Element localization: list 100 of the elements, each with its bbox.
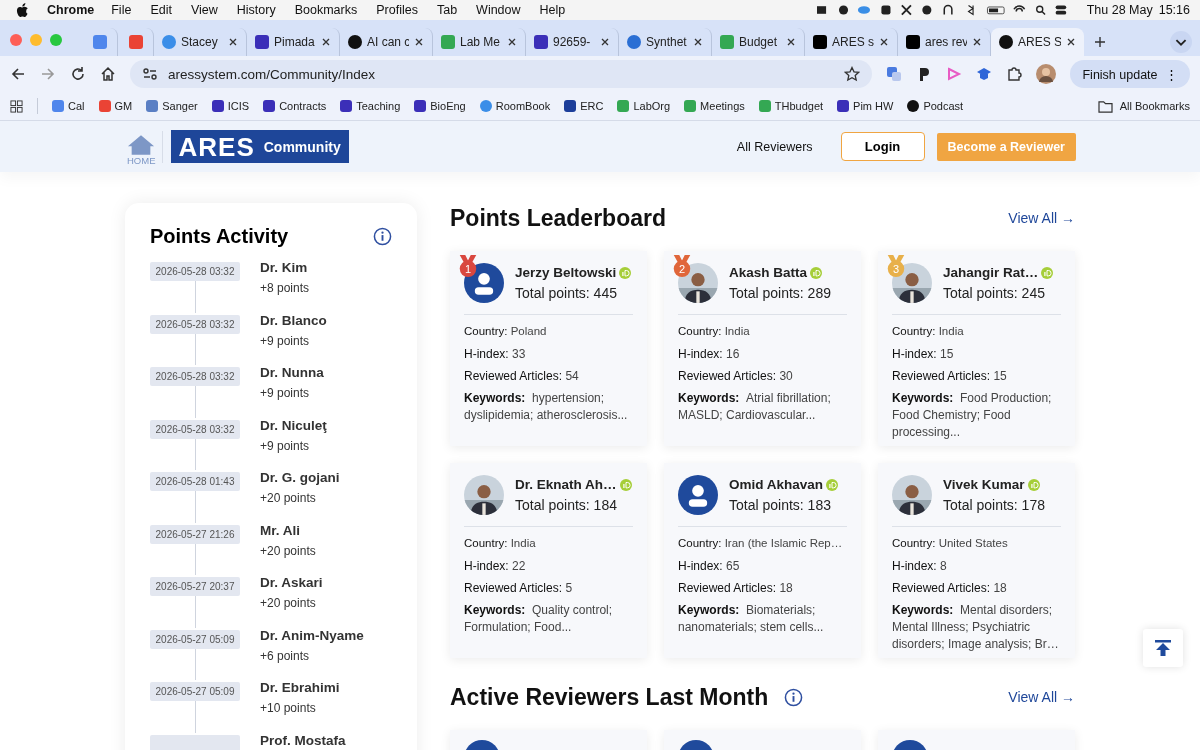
reviewer-name: Jahangir Rat… (943, 265, 1039, 280)
apple-icon[interactable] (16, 2, 29, 18)
menu-item[interactable]: Help (539, 3, 566, 17)
reviewer-name: Vivek Kumar (943, 477, 1025, 492)
graduation-cap-icon[interactable] (976, 66, 993, 82)
reviewed-articles-text: Reviewed Articles: 18 (892, 579, 1008, 596)
reviewer-card[interactable]: 1 Jerzy Beltowski Total points: 445 Country: Poland H-index: 33 Reviewed Articles: 54 Keywords: hypertension; dyslipidemia; atherosclerosis... (450, 251, 647, 446)
apps-grid-icon[interactable] (10, 99, 23, 113)
close-icon[interactable] (414, 37, 424, 47)
points-text: +20 points (260, 491, 317, 505)
chevron-down-icon[interactable] (1170, 31, 1192, 53)
menu-item[interactable]: Edit (150, 3, 172, 17)
bookmark-link[interactable]: Pim HW (837, 100, 894, 112)
all-reviewers-link[interactable]: All Reviewers (736, 139, 813, 154)
back-to-top-button[interactable] (1143, 629, 1183, 667)
reviewer-card[interactable]: Dr. Eknath Ah… Total points: 184 Country: India H-index: 22 Reviewed Articles: 5 Keywords: Quality control; Formulation; Food... (450, 463, 647, 658)
h-index-text: H-index: 22 (464, 557, 527, 574)
country-text: Country: Poland (464, 324, 548, 339)
close-icon[interactable] (879, 37, 889, 47)
all-bookmarks-link[interactable]: All Bookmarks (1097, 99, 1190, 113)
close-icon[interactable] (786, 37, 796, 47)
close-icon[interactable] (693, 37, 703, 47)
extensions-icon[interactable] (1006, 66, 1023, 82)
menu-item[interactable]: Profiles (376, 3, 418, 17)
view-all-link[interactable]: View All → (1008, 689, 1075, 705)
menu-item[interactable]: Window (476, 3, 521, 17)
favicon-icon (128, 35, 143, 49)
bookmark-link[interactable]: LabOrg (617, 100, 671, 112)
country-text: Country: United States (892, 536, 1009, 551)
total-points: Total points: 245 (943, 285, 1046, 301)
reviewer-name: Jerzy Beltowski (515, 265, 617, 280)
reviewed-articles-text: Reviewed Articles: 54 (464, 367, 580, 384)
reviewer-name: Dr. Eknath Ah… (515, 477, 617, 492)
reviewer-name: Dr. Ebrahimi (260, 680, 340, 695)
favicon-icon (720, 35, 734, 49)
bookmark-link[interactable]: Sanger (146, 100, 198, 112)
points-text: +20 points (260, 596, 317, 610)
menu-item[interactable]: History (236, 3, 276, 17)
close-icon[interactable] (972, 37, 982, 47)
info-icon[interactable] (373, 227, 392, 246)
bookmark-link[interactable]: ERC (564, 100, 604, 112)
menu-item[interactable]: View (190, 3, 218, 17)
close-icon[interactable] (600, 37, 610, 47)
reviewer-card[interactable]: 3 Jahangir Rat… Total points: 245 Country: India H-index: 15 Reviewed Articles: 15 Keywords: Food Production; Food Chemistry; Food processing... (878, 251, 1075, 446)
app-menu[interactable]: Chrome (47, 3, 95, 17)
bookmark-link[interactable]: Meetings (684, 100, 745, 112)
bookmark-link[interactable]: BioEng (414, 100, 466, 112)
date-badge: 2026-05-28 03:32 (149, 419, 241, 439)
profile-avatar-icon[interactable] (1036, 64, 1057, 84)
menu-item[interactable]: Tab (436, 3, 458, 17)
finish-update-button[interactable]: Finish update ⋮ (1070, 60, 1190, 88)
close-icon[interactable] (228, 37, 238, 47)
bookmark-link[interactable]: Teaching (340, 100, 401, 112)
back-icon[interactable] (10, 66, 26, 82)
bookmark-link[interactable]: Podcast (907, 100, 964, 112)
play-icon[interactable] (946, 66, 963, 82)
reload-icon[interactable] (70, 66, 86, 82)
reviewer-card[interactable]: 2 Akash Batta Total points: 289 Country: India H-index: 16 Reviewed Articles: 30 Keywords: Atrial fibrillation; MASLD; Cardiovascular... (664, 251, 861, 446)
bookmark-link[interactable]: RoomBook (479, 100, 551, 112)
close-icon[interactable] (321, 37, 331, 47)
menu-item[interactable]: File (111, 3, 132, 17)
close-icon[interactable] (507, 37, 517, 47)
reviewer-name: Dr. Kim (260, 260, 309, 275)
keywords-text: Keywords: Food Production; Food Chemistry; Food processing... (892, 389, 1053, 441)
view-all-link[interactable]: View All → (1008, 210, 1075, 226)
menu-item[interactable]: Bookmarks (294, 3, 358, 17)
close-icon[interactable] (1066, 37, 1076, 47)
bookmark-link[interactable]: Cal (52, 100, 85, 112)
login-button[interactable]: Login (840, 132, 925, 161)
reviewer-card[interactable]: Omid Akhavan Total points: 183 Country: Iran (the Islamic Rep… H-index: 65 Reviewed Articles: 18 Keywords: Biomaterials; nanomaterials; stem cells... (664, 463, 861, 658)
favicon-icon (255, 35, 269, 49)
upload-arrow-icon (1153, 638, 1173, 658)
favicon-icon (441, 35, 455, 49)
keywords-text: Keywords: Biomaterials; nanomaterials; stem cells... (678, 601, 825, 636)
home-icon[interactable] (100, 66, 116, 82)
info-icon[interactable] (784, 687, 804, 707)
forward-icon[interactable] (40, 66, 56, 82)
status-icons-drawing[interactable] (816, 3, 1067, 17)
date-badge: 2026-05-27 20:37 (149, 577, 241, 596)
total-points: Total points: 184 (515, 497, 618, 513)
rank-number: 2 (678, 262, 686, 275)
translate-icon[interactable] (886, 66, 903, 82)
site-settings-icon[interactable] (142, 66, 158, 82)
favicon-icon (999, 35, 1013, 49)
new-tab-icon[interactable] (1094, 36, 1106, 48)
bookmark-link[interactable]: Contracts (263, 100, 327, 112)
ares-community-logo[interactable]: ARES Community (170, 130, 349, 163)
h-index-text: H-index: 33 (464, 345, 527, 362)
address-bar[interactable]: aressystem.com/Community/Index (130, 60, 873, 88)
reviewer-name: Prof. Mostafa (260, 732, 346, 748)
rank-number: 3 (892, 262, 900, 275)
bookmark-link[interactable]: THbudget (758, 100, 824, 112)
bookmark-link[interactable]: ICIS (211, 100, 250, 112)
star-icon[interactable] (844, 66, 861, 82)
favicon-icon (348, 35, 362, 49)
browser-tab[interactable]: ARES S (991, 28, 1084, 56)
menubar-time[interactable]: 15:16 (1158, 3, 1190, 17)
menubar-date[interactable]: Thu 28 May (1086, 3, 1153, 17)
reviewer-card[interactable]: Vivek Kumar Total points: 178 Country: United States H-index: 8 Reviewed Articles: 18 Keywords: Mental disorders; Mental Illness; Psychiatric disorders; Image analysis; Br… (878, 463, 1075, 658)
bookmark-link[interactable]: GM (98, 100, 133, 112)
